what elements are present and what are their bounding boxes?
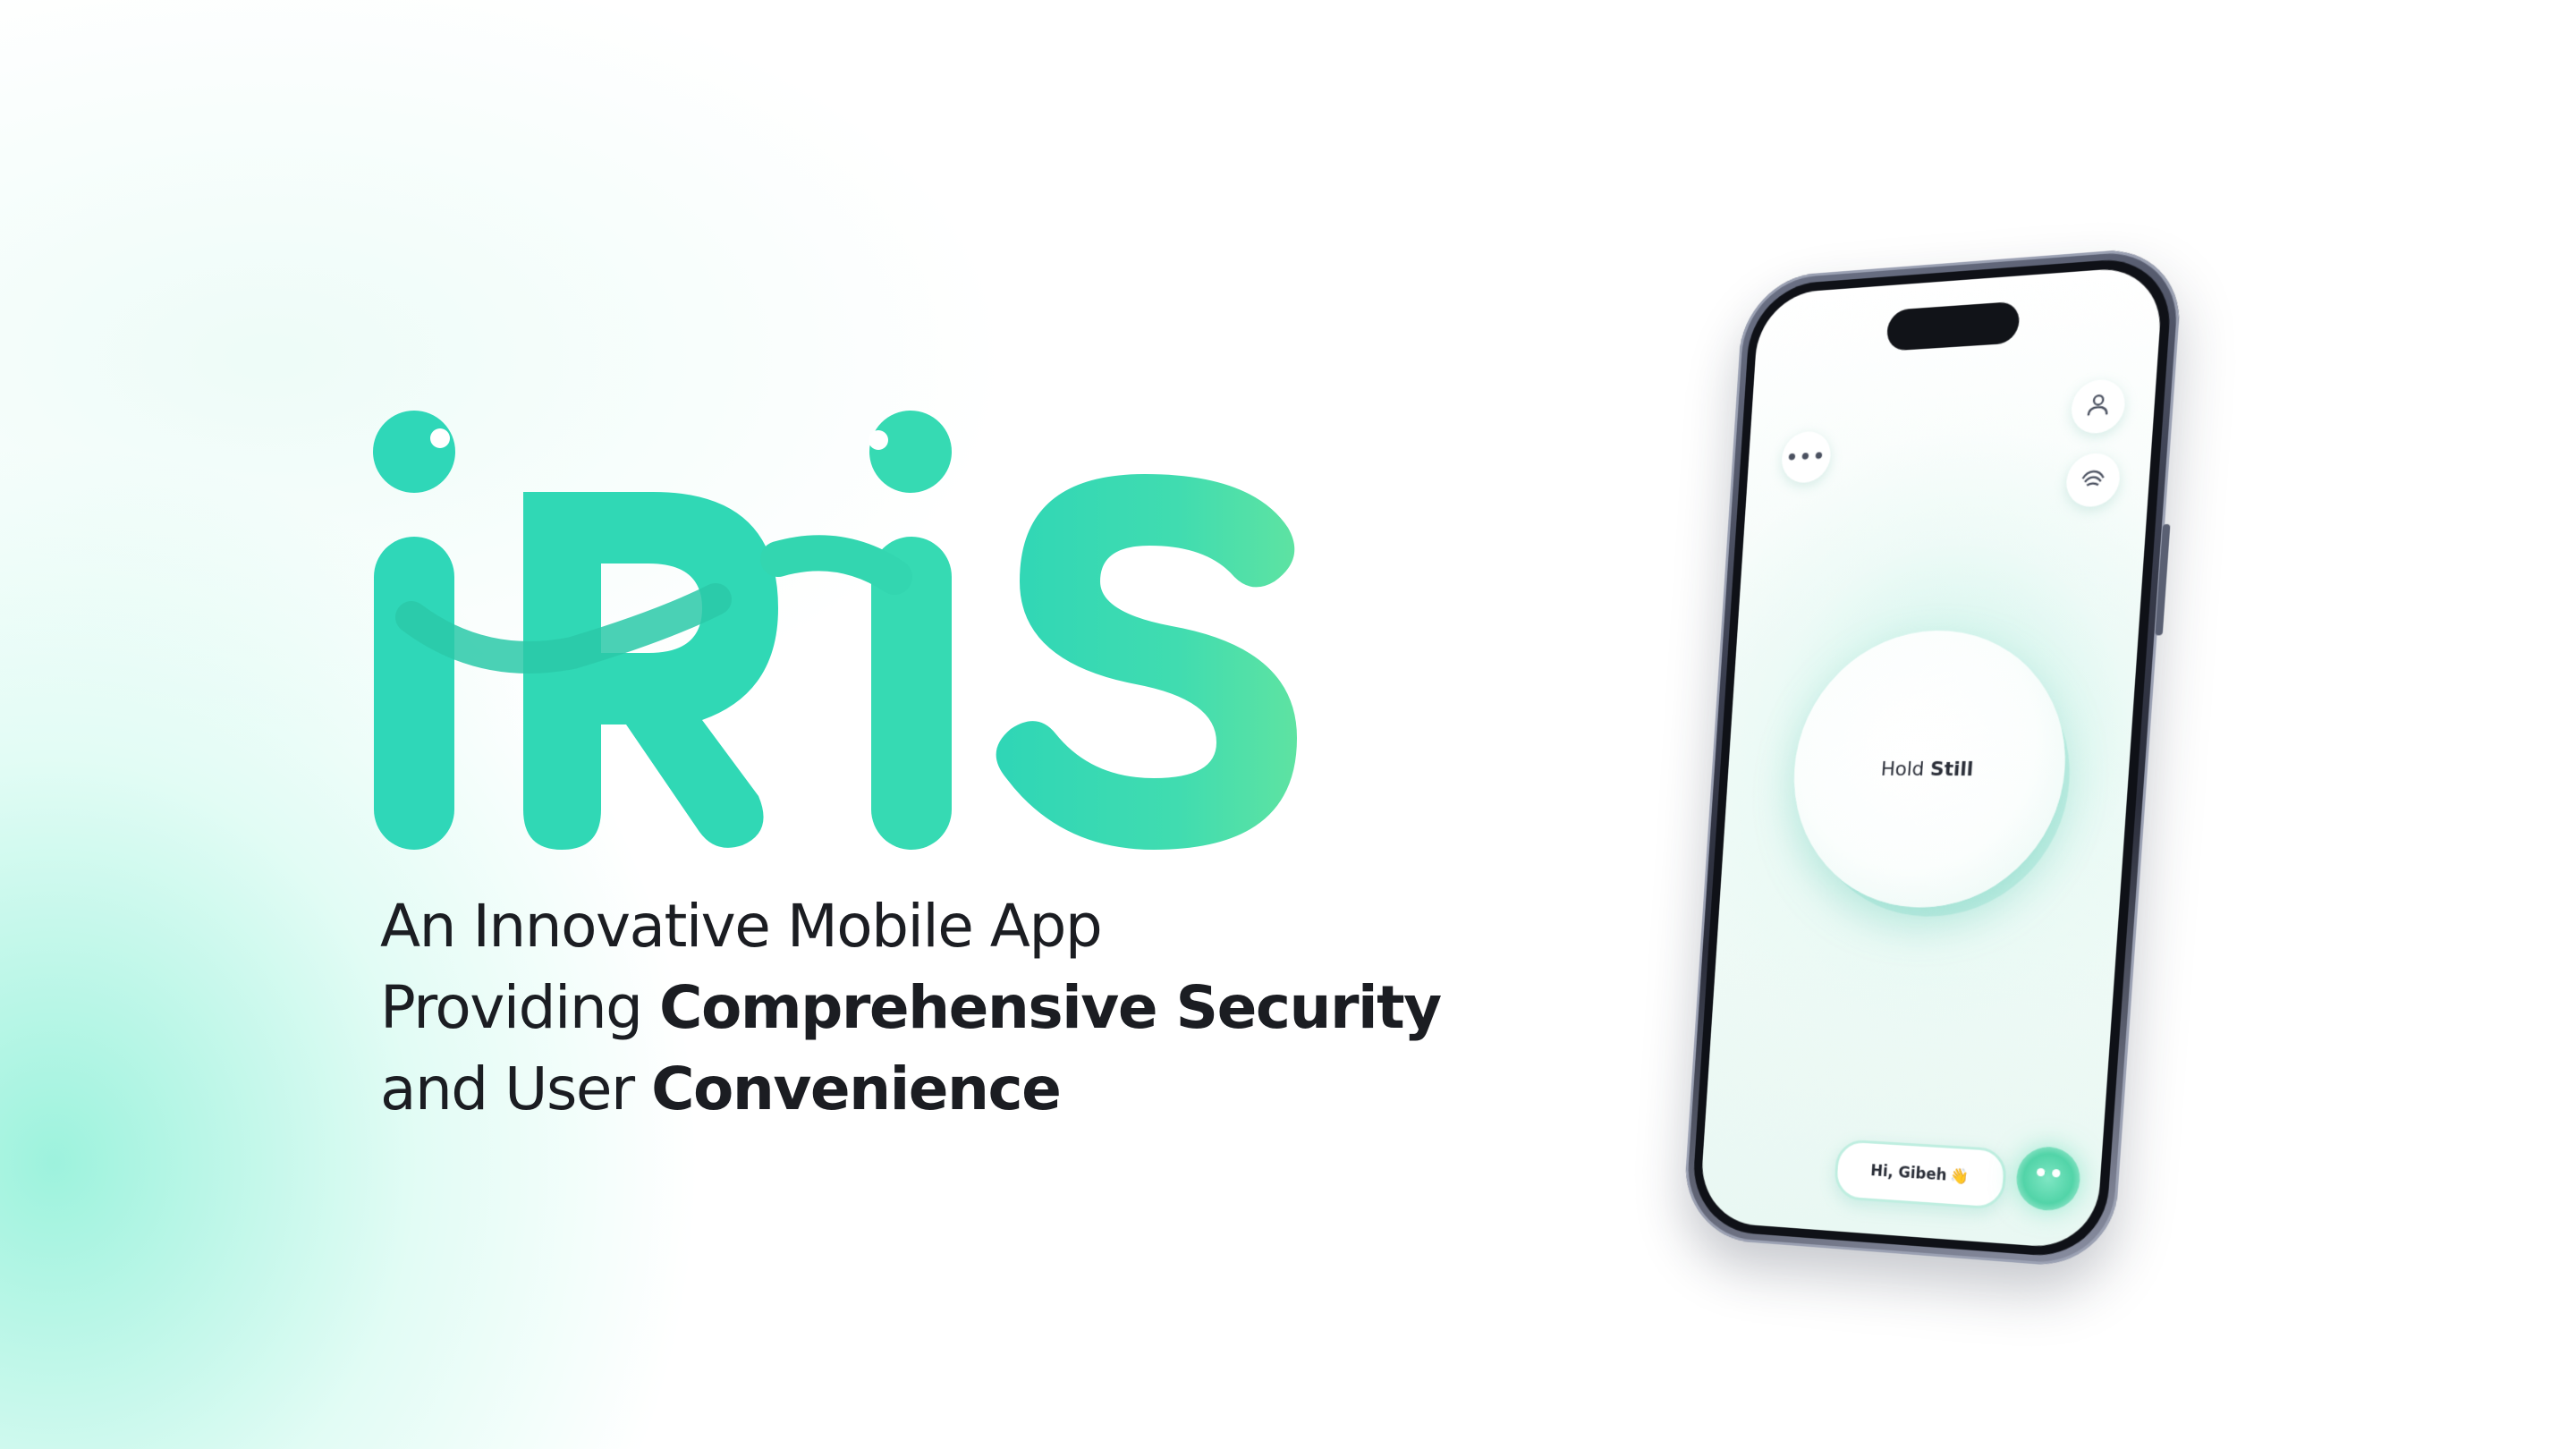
iris-logo-graphic — [358, 385, 1360, 850]
tagline-line-2: Providing Comprehensive Security — [380, 967, 1543, 1048]
face-scan-icon — [2078, 464, 2107, 496]
face-scan-button[interactable] — [2064, 453, 2122, 508]
greeting-text: Hi, Gibeh — [1870, 1162, 1948, 1184]
tagline-line-3: and User Convenience — [380, 1048, 1543, 1130]
wave-emoji-icon: 👋 — [1950, 1167, 1970, 1186]
more-icon: ••• — [1785, 445, 1827, 470]
scan-prompt: Hold Still — [1880, 758, 1974, 780]
scan-prompt-bold: Still — [1929, 758, 1974, 780]
mascot-left-eye — [2037, 1168, 2046, 1177]
mascot-right-eye — [2052, 1169, 2061, 1178]
tagline-line-3-bold: Convenience — [651, 1055, 1060, 1123]
tagline-line-3-light: and User — [380, 1055, 651, 1123]
phone-mockup: ••• Hold Still Hi, Gibeh 👋 — [1637, 255, 2209, 1301]
person-icon — [2083, 390, 2113, 423]
mascot-button[interactable] — [2014, 1145, 2082, 1212]
tagline: An Innovative Mobile App Providing Compr… — [380, 886, 1543, 1130]
profile-button[interactable] — [2070, 378, 2127, 435]
dynamic-island — [1885, 301, 2020, 352]
tagline-line-1: An Innovative Mobile App — [380, 886, 1543, 967]
greeting-pill[interactable]: Hi, Gibeh 👋 — [1834, 1139, 2008, 1210]
tagline-line-2-light: Providing — [380, 973, 659, 1042]
phone-device: ••• Hold Still Hi, Gibeh 👋 — [1682, 245, 2184, 1270]
tagline-line-2-bold: Comprehensive Security — [659, 973, 1441, 1042]
iris-logo — [358, 385, 1360, 850]
phone-screen: ••• Hold Still Hi, Gibeh 👋 — [1699, 265, 2165, 1250]
tagline-line-1-text: An Innovative Mobile App — [380, 892, 1101, 961]
scan-prompt-light: Hold — [1880, 758, 1931, 781]
scan-area[interactable]: Hold Still — [1785, 628, 2074, 911]
menu-button[interactable]: ••• — [1780, 430, 1832, 484]
